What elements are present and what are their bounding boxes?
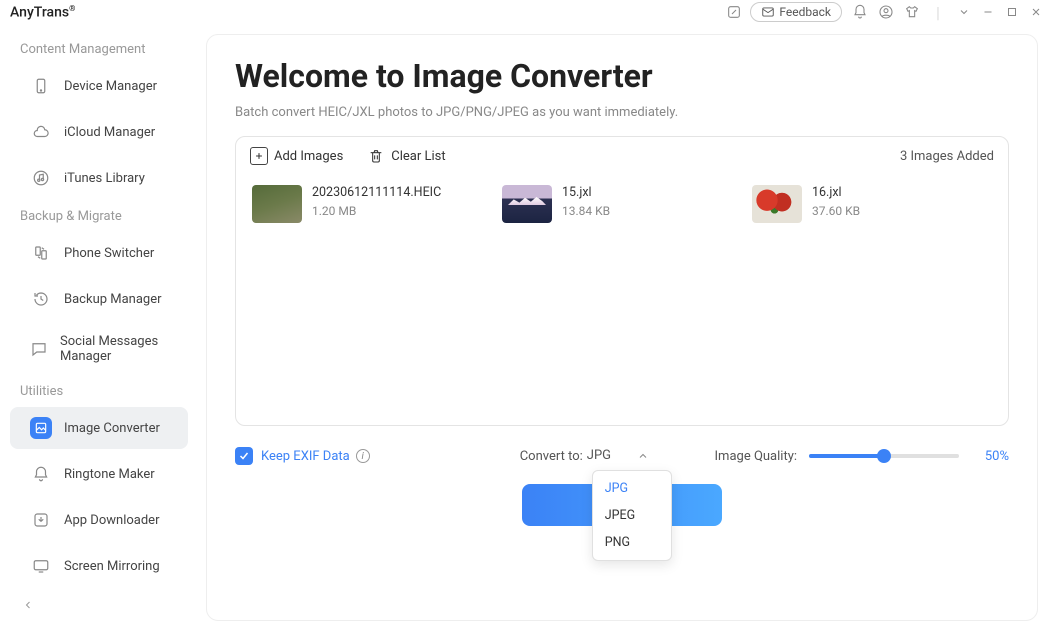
sidebar-item-label: Screen Mirroring xyxy=(64,559,160,574)
thumbnail xyxy=(752,185,802,223)
info-icon[interactable]: i xyxy=(356,449,370,463)
controls-row: Keep EXIF Data i Convert to: JPG JPG JPE… xyxy=(235,446,1009,466)
sidebar-item-itunes-library[interactable]: iTunes Library xyxy=(10,157,188,199)
titlebar: AnyTrans® Feedback | xyxy=(0,0,1056,24)
file-size: 1.20 MB xyxy=(312,204,441,218)
sidebar-item-screen-mirroring[interactable]: Screen Mirroring xyxy=(10,545,188,587)
dropdown-option-jpg[interactable]: JPG xyxy=(593,475,671,502)
file-item[interactable]: 16.jxl 37.60 KB xyxy=(752,185,992,223)
image-quality-label: Image Quality: xyxy=(715,449,797,464)
sidebar-item-label: Backup Manager xyxy=(64,292,162,307)
minimize-button[interactable] xyxy=(978,2,998,22)
section-utilities: Utilities xyxy=(0,376,198,405)
cloud-icon xyxy=(30,121,52,143)
panel: Welcome to Image Converter Batch convert… xyxy=(206,34,1038,621)
clear-list-button[interactable]: Clear List xyxy=(367,147,445,165)
sidebar-item-label: Phone Switcher xyxy=(64,246,154,261)
download-icon xyxy=(30,509,52,531)
sidebar-item-label: Social Messages Manager xyxy=(60,334,168,364)
convert-to-label: Convert to: xyxy=(520,449,583,464)
bell-outline-icon xyxy=(30,463,52,485)
convert-to-dropdown: JPG JPEG PNG xyxy=(592,470,672,561)
maximize-button[interactable] xyxy=(1002,2,1022,22)
phone-icon xyxy=(30,75,52,97)
close-button[interactable] xyxy=(1026,2,1046,22)
chevron-up-icon xyxy=(637,450,649,462)
section-content-management: Content Management xyxy=(0,34,198,63)
sidebar-item-label: App Downloader xyxy=(64,513,159,528)
image-quality-slider[interactable] xyxy=(809,454,959,458)
switch-icon xyxy=(30,242,52,264)
sidebar-item-label: iTunes Library xyxy=(64,171,145,186)
sidebar-item-device-manager[interactable]: Device Manager xyxy=(10,65,188,107)
main-area: Welcome to Image Converter Batch convert… xyxy=(198,24,1056,631)
sidebar-item-label: iCloud Manager xyxy=(64,125,155,140)
feedback-button[interactable]: Feedback xyxy=(750,2,842,22)
music-icon xyxy=(30,167,52,189)
tshirt-icon[interactable] xyxy=(900,0,924,24)
image-list-box: Add Images Clear List 3 Images Added 202… xyxy=(235,136,1009,426)
sidebar-item-label: Ringtone Maker xyxy=(64,467,155,482)
dropdown-option-jpeg[interactable]: JPEG xyxy=(593,502,671,529)
sidebar-item-icloud-manager[interactable]: iCloud Manager xyxy=(10,111,188,153)
checkbox-checked-icon xyxy=(235,447,253,465)
sidebar-item-label: Device Manager xyxy=(64,79,157,94)
file-name: 15.jxl xyxy=(562,185,610,200)
sidebar-item-ringtone-maker[interactable]: Ringtone Maker xyxy=(10,453,188,495)
list-toolbar: Add Images Clear List 3 Images Added xyxy=(236,137,1008,175)
file-name: 16.jxl xyxy=(812,185,860,200)
plus-icon xyxy=(250,147,268,165)
sidebar-item-social-messages[interactable]: Social Messages Manager xyxy=(10,324,188,374)
app-name: AnyTrans® xyxy=(10,4,75,21)
sidebar-item-app-downloader[interactable]: App Downloader xyxy=(10,499,188,541)
file-grid: 20230612111114.HEIC 1.20 MB 15.jxl 13.84… xyxy=(236,175,1008,425)
trash-icon xyxy=(367,147,385,165)
thumbnail xyxy=(252,185,302,223)
section-backup-migrate: Backup & Migrate xyxy=(0,201,198,230)
chat-icon xyxy=(30,338,48,360)
sidebar: Content Management Device Manager iCloud… xyxy=(0,24,198,631)
slider-knob[interactable] xyxy=(877,449,891,463)
dropdown-icon[interactable] xyxy=(954,2,974,22)
sidebar-item-label: Image Converter xyxy=(64,421,160,436)
file-size: 37.60 KB xyxy=(812,204,860,218)
convert-to-select[interactable]: JPG xyxy=(583,446,653,466)
edit-icon[interactable] xyxy=(722,0,746,24)
page-subtitle: Batch convert HEIC/JXL photos to JPG/PNG… xyxy=(235,105,1009,120)
sidebar-item-image-converter[interactable]: Image Converter xyxy=(10,407,188,449)
file-name: 20230612111114.HEIC xyxy=(312,185,441,200)
file-item[interactable]: 20230612111114.HEIC 1.20 MB xyxy=(252,185,492,223)
add-images-button[interactable]: Add Images xyxy=(250,147,343,165)
keep-exif-checkbox[interactable]: Keep EXIF Data i xyxy=(235,447,370,465)
file-item[interactable]: 15.jxl 13.84 KB xyxy=(502,185,742,223)
divider: | xyxy=(926,0,950,24)
bell-icon[interactable] xyxy=(848,0,872,24)
sidebar-item-phone-switcher[interactable]: Phone Switcher xyxy=(10,232,188,274)
history-icon xyxy=(30,288,52,310)
images-added-count: 3 Images Added xyxy=(900,149,994,164)
screen-icon xyxy=(30,555,52,577)
image-icon xyxy=(30,417,52,439)
convert-to-control: Convert to: JPG JPG JPEG PNG xyxy=(520,446,653,466)
file-size: 13.84 KB xyxy=(562,204,610,218)
thumbnail xyxy=(502,185,552,223)
user-icon[interactable] xyxy=(874,0,898,24)
sidebar-item-backup-manager[interactable]: Backup Manager xyxy=(10,278,188,320)
dropdown-option-png[interactable]: PNG xyxy=(593,529,671,556)
page-title: Welcome to Image Converter xyxy=(235,57,1009,95)
image-quality-value: 50% xyxy=(971,449,1009,464)
sidebar-collapse-button[interactable] xyxy=(0,589,198,621)
convert-to-value: JPG xyxy=(587,448,611,463)
image-quality-control: Image Quality: 50% xyxy=(715,449,1009,464)
